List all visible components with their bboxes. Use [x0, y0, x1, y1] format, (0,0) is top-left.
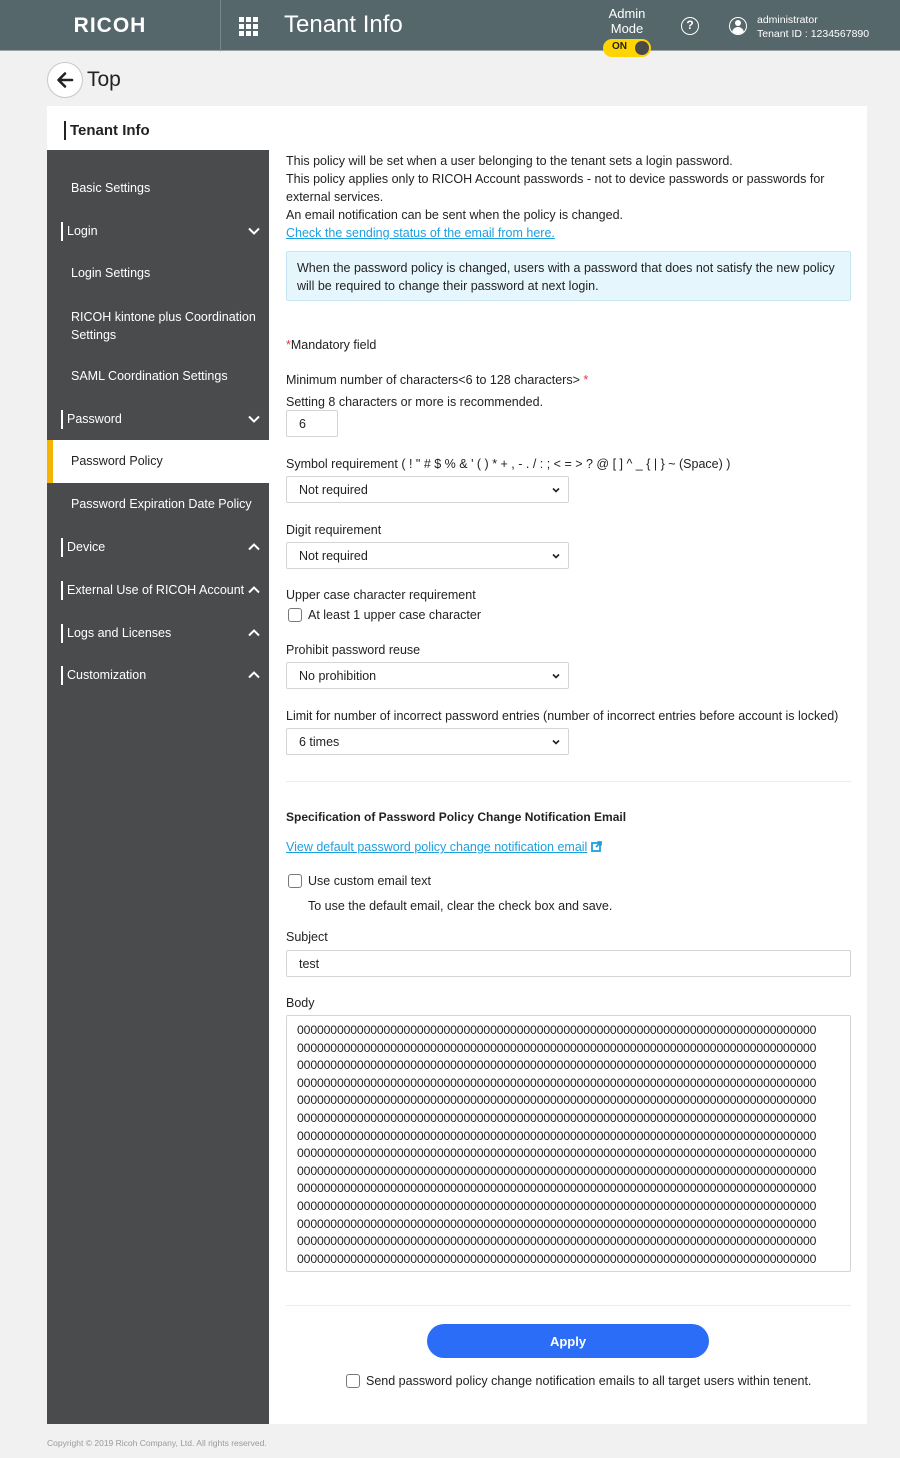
body-textarea[interactable]: 0000000000000000000000000000000000000000…: [286, 1015, 851, 1272]
sidebar-group-password[interactable]: Password: [47, 410, 269, 429]
admin-mode-state: ON: [612, 41, 627, 52]
sidebar-item-label: Logs and Licenses: [67, 626, 172, 640]
min-chars-input[interactable]: 6: [286, 410, 338, 437]
sidebar-item-label: Password Policy: [71, 454, 163, 468]
active-indicator: [47, 440, 53, 483]
chevron-down-icon: [552, 673, 560, 679]
admin-mode-toggle[interactable]: ON: [603, 39, 651, 57]
select-value: 6 times: [299, 734, 340, 749]
sidebar-group-login[interactable]: Login: [47, 222, 269, 241]
custom-email-text-label[interactable]: Use custom email text: [308, 872, 431, 890]
password-reuse-select[interactable]: No prohibition: [286, 662, 569, 689]
sidebar-item-label: SAML Coordination Settings: [71, 369, 228, 383]
chevron-down-icon: [552, 553, 560, 559]
chevron-up-icon: [248, 671, 260, 679]
back-label[interactable]: Top: [87, 68, 121, 92]
sidebar-group-logs-licenses[interactable]: Logs and Licenses: [47, 624, 269, 643]
select-value: Not required: [299, 482, 368, 497]
external-link-icon[interactable]: [590, 841, 602, 852]
question-circle-icon[interactable]: ?: [681, 17, 699, 35]
page-title: Tenant Info: [64, 121, 150, 140]
body-label: Body: [286, 996, 315, 1010]
toggle-knob: [635, 41, 649, 55]
section-divider: [286, 781, 851, 782]
subject-input[interactable]: test: [286, 950, 851, 977]
sidebar-item-basic-settings[interactable]: Basic Settings: [47, 181, 269, 195]
email-section-title: Specification of Password Policy Change …: [286, 810, 627, 824]
mandatory-note-text: Mandatory field: [290, 338, 377, 352]
user-name: administrator: [757, 14, 818, 26]
digit-requirement-select[interactable]: Not required: [286, 542, 569, 569]
sidebar: Basic Settings Login Login Settings RICO…: [47, 150, 269, 1424]
custom-email-text-checkbox[interactable]: [288, 874, 302, 888]
chevron-down-icon: [552, 487, 560, 493]
apply-button[interactable]: Apply: [427, 1324, 709, 1358]
sidebar-item-label: External Use of RICOH Account: [67, 583, 245, 597]
lockout-label: Limit for number of incorrect password e…: [286, 709, 839, 723]
digit-requirement-label: Digit requirement: [286, 523, 382, 537]
sidebar-item-label: Password: [67, 412, 122, 426]
send-all-checkbox[interactable]: [346, 1374, 360, 1388]
send-all-label[interactable]: Send password policy change notification…: [366, 1372, 811, 1390]
chevron-up-icon: [248, 543, 260, 551]
user-info: administrator Tenant ID : 1234567890: [757, 13, 869, 41]
select-value: No prohibition: [299, 668, 377, 683]
lockout-limit-select[interactable]: 6 times: [286, 728, 569, 755]
sidebar-item-label: Basic Settings: [71, 181, 151, 195]
top-header: RICOH Tenant Info Admin Mode ON ? admini…: [0, 0, 900, 57]
user-circle-icon[interactable]: [729, 17, 747, 35]
chevron-down-icon: [248, 415, 260, 423]
view-default-email-link-text[interactable]: View default password policy change noti…: [286, 840, 587, 854]
arrow-left-icon: [57, 72, 74, 88]
intro-line-1: This policy will be set when a user belo…: [286, 154, 733, 168]
info-box: When the password policy is changed, use…: [286, 251, 851, 301]
intro-line-2: This policy applies only to RICOH Accoun…: [286, 172, 825, 204]
chevron-up-icon: [248, 629, 260, 637]
uppercase-requirement-label: Upper case character requirement: [286, 588, 476, 602]
min-chars-label: Minimum number of characters<6 to 128 ch…: [286, 371, 588, 389]
subject-label: Subject: [286, 930, 328, 944]
sidebar-item-label: RICOH kintone plus Coordination Settings: [71, 310, 256, 342]
copyright: Copyright © 2019 Ricoh Company, Ltd. All…: [47, 1438, 267, 1448]
sidebar-item-login-settings[interactable]: Login Settings: [47, 266, 269, 280]
reuse-label: Prohibit password reuse: [286, 643, 421, 657]
chevron-up-icon: [248, 586, 260, 594]
view-default-email-link[interactable]: View default password policy change noti…: [286, 838, 602, 856]
sidebar-item-kintone-coordination[interactable]: RICOH kintone plus Coordination Settings: [47, 308, 257, 344]
sidebar-group-external-use[interactable]: External Use of RICOH Account: [47, 581, 269, 600]
intro-line-3: An email notification can be sent when t…: [286, 208, 624, 222]
symbol-requirement-select[interactable]: Not required: [286, 476, 569, 503]
custom-email-hint: To use the default email, clear the chec…: [308, 899, 613, 913]
uppercase-checkbox-label[interactable]: At least 1 upper case character: [308, 606, 481, 624]
sidebar-item-label: Login: [67, 224, 98, 238]
sidebar-item-label: Login Settings: [71, 266, 151, 280]
uppercase-checkbox[interactable]: [288, 608, 302, 622]
sidebar-group-device[interactable]: Device: [47, 538, 269, 557]
tenant-id: Tenant ID : 1234567890: [757, 28, 870, 40]
ricoh-logo[interactable]: RICOH: [0, 0, 221, 51]
sidebar-group-customization[interactable]: Customization: [47, 666, 269, 685]
actions-divider: [286, 1305, 851, 1306]
sidebar-item-saml-coordination[interactable]: SAML Coordination Settings: [47, 369, 269, 383]
sidebar-item-password-policy[interactable]: Password Policy: [47, 440, 269, 483]
sidebar-item-password-expiration[interactable]: Password Expiration Date Policy: [47, 497, 269, 511]
admin-mode-label: Admin Mode: [608, 6, 646, 36]
sidebar-item-label: Device: [67, 540, 106, 554]
email-status-link[interactable]: Check the sending status of the email fr…: [286, 224, 555, 242]
sidebar-item-label: Password Expiration Date Policy: [71, 497, 252, 511]
required-asterisk: *: [583, 373, 589, 387]
admin-mode: Admin Mode ON: [592, 6, 662, 57]
app-title: Tenant Info: [284, 11, 403, 38]
symbol-requirement-label: Symbol requirement ( ! " # $ % & ' ( ) *…: [286, 457, 731, 471]
chevron-down-icon: [552, 739, 560, 745]
back-button[interactable]: [47, 62, 83, 98]
min-chars-hint: Setting 8 characters or more is recommen…: [286, 395, 544, 409]
select-value: Not required: [299, 548, 368, 563]
sidebar-item-label: Customization: [67, 668, 147, 682]
chevron-down-icon: [248, 227, 260, 235]
grid-icon[interactable]: [239, 17, 258, 36]
mandatory-note: *Mandatory field: [286, 336, 376, 354]
min-chars-label-text: Minimum number of characters<6 to 128 ch…: [286, 373, 580, 387]
